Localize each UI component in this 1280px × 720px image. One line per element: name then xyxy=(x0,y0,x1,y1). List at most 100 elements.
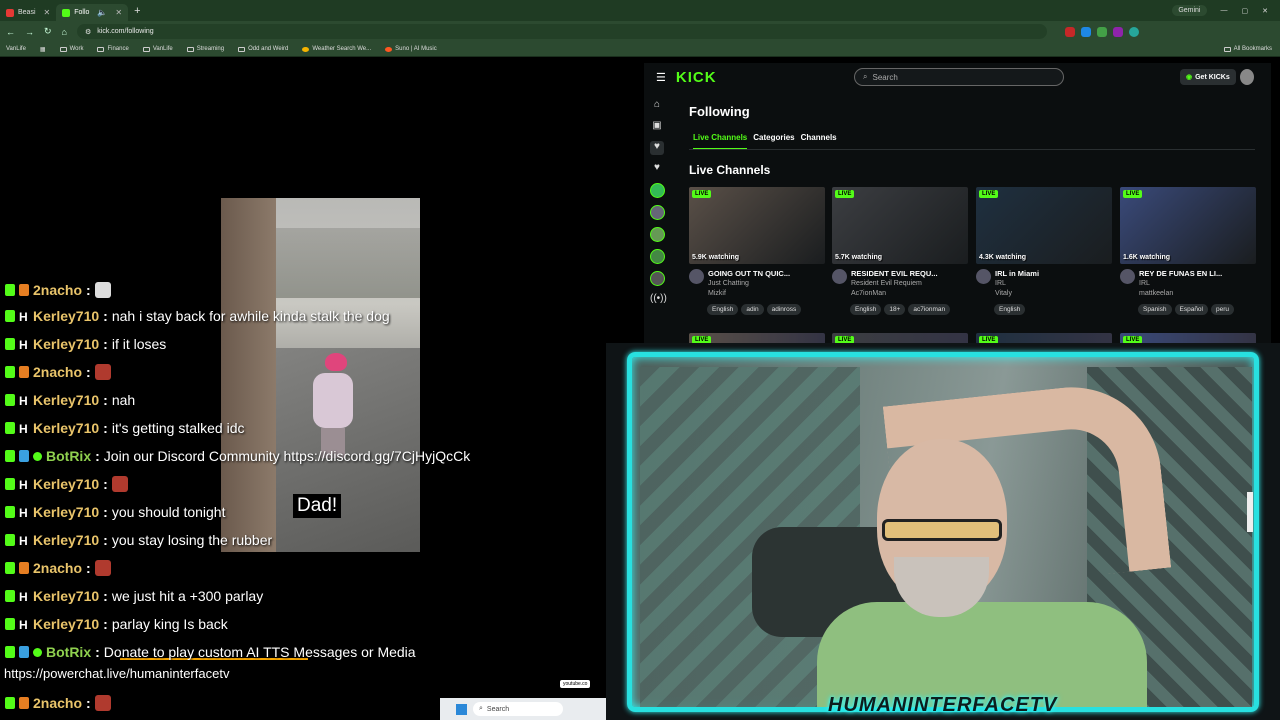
reload-icon[interactable]: ↻ xyxy=(44,26,52,37)
stream-title[interactable]: REY DE FUNAS EN LI... xyxy=(1139,269,1222,279)
stream-thumbnail[interactable]: LIVE 1.6K watching xyxy=(1120,187,1256,264)
all-bookmarks[interactable]: All Bookmarks xyxy=(1223,46,1280,52)
user-avatar[interactable] xyxy=(1240,69,1254,85)
get-kicks-button[interactable]: ◉ Get KICKs xyxy=(1180,69,1236,85)
followed-channel-avatar[interactable] xyxy=(650,227,665,242)
bookmark-finance[interactable]: Finance xyxy=(97,46,129,52)
live-channel-card[interactable]: LIVE 4.3K watching IRL in Miami IRL Vitaly En… xyxy=(976,187,1112,315)
close-icon[interactable]: ✕ xyxy=(115,8,122,17)
bot-badge-icon xyxy=(19,646,29,658)
extension-icon[interactable] xyxy=(1096,26,1107,37)
tab-kick[interactable]: Follo 🔈 ✕ xyxy=(56,4,129,21)
stream-category[interactable]: Resident Evil Requiem xyxy=(851,279,938,289)
followed-channel-avatar[interactable] xyxy=(650,271,665,286)
tag-chip[interactable]: 18+ xyxy=(884,304,906,315)
site-info-icon[interactable]: ⚙ xyxy=(85,28,91,36)
minimize-icon[interactable]: — xyxy=(1221,7,1228,14)
stream-title[interactable]: GOING OUT TN QUIC... xyxy=(708,269,790,279)
profile-avatar[interactable] xyxy=(1128,26,1139,37)
tag-chip[interactable]: English xyxy=(850,304,882,315)
followed-channel-avatar[interactable] xyxy=(650,205,665,220)
bookmark-suno[interactable]: Suno | AI Music xyxy=(385,46,437,52)
stream-title[interactable]: IRL in Miami xyxy=(995,269,1039,279)
scrollbar[interactable] xyxy=(1247,492,1253,532)
chat-username: Kerley710 xyxy=(33,336,100,352)
tag-chip[interactable]: adin xyxy=(741,304,764,315)
live-channel-card[interactable]: LIVE 5.7K watching RESIDENT EVIL REQU... Re… xyxy=(832,187,968,315)
search-input[interactable]: ⌕ Search xyxy=(854,68,1064,86)
close-icon[interactable]: ✕ xyxy=(44,8,51,17)
channel-name[interactable]: Mizkif xyxy=(708,289,790,299)
channel-avatar[interactable] xyxy=(1120,269,1135,284)
bookmark-work[interactable]: Work xyxy=(59,46,84,52)
home-icon[interactable]: ⌂ xyxy=(62,27,67,37)
followed-channel-avatar[interactable] xyxy=(650,249,665,264)
stream-thumbnail[interactable]: LIVE 5.9K watching xyxy=(689,187,825,264)
home-icon[interactable]: ⌂ xyxy=(650,99,664,113)
extensions xyxy=(1064,26,1139,37)
bookmark-weather[interactable]: Weather Search We... xyxy=(302,46,371,52)
stream-thumbnail[interactable]: LIVE 4.3K watching xyxy=(976,187,1112,264)
bookmark-label: Streaming xyxy=(196,46,225,52)
kick-logo[interactable]: KICK xyxy=(676,69,717,86)
bookmark-vanlife[interactable]: VanLife xyxy=(6,46,26,52)
extension-icon[interactable] xyxy=(1080,26,1091,37)
tag-chip[interactable]: adinross xyxy=(766,304,802,315)
chat-separator: : xyxy=(86,560,91,576)
channel-avatar[interactable] xyxy=(689,269,704,284)
following-heart-icon[interactable]: ♥ xyxy=(650,162,664,176)
close-window-icon[interactable]: ✕ xyxy=(1262,7,1268,15)
url-field[interactable]: ⚙ kick.com/following xyxy=(76,24,1047,39)
channel-name[interactable]: Ac7ionMan xyxy=(851,289,938,299)
tag-chip[interactable]: peru xyxy=(1211,304,1235,315)
tab-youtube[interactable]: Beasi ✕ xyxy=(0,4,56,21)
bookmark-label: VanLife xyxy=(152,46,173,52)
maximize-icon[interactable]: ▢ xyxy=(1242,7,1249,15)
tag-chip[interactable]: Español xyxy=(1174,304,1208,315)
windows-start-icon[interactable] xyxy=(456,703,467,715)
apps-icon[interactable]: ▦ xyxy=(40,46,46,53)
forward-icon[interactable]: → xyxy=(25,27,34,37)
stream-category[interactable]: IRL xyxy=(995,279,1039,289)
channel-name[interactable]: Vitaly xyxy=(995,289,1039,299)
extension-icon[interactable] xyxy=(1064,26,1075,37)
live-icon[interactable]: ((•)) xyxy=(650,293,667,307)
gemini-button[interactable]: Gemini xyxy=(1172,5,1207,16)
tag-chip[interactable]: English xyxy=(707,304,739,315)
live-channel-card[interactable]: LIVE 5.9K watching GOING OUT TN QUIC... Jus… xyxy=(689,187,825,315)
chat-separator: : xyxy=(95,448,100,464)
channel-avatar[interactable] xyxy=(976,269,991,284)
kick-badge-icon xyxy=(5,394,15,406)
stream-title[interactable]: RESIDENT EVIL REQU... xyxy=(851,269,938,279)
verified-icon xyxy=(33,647,42,657)
new-tab-button[interactable]: + xyxy=(134,5,140,17)
tab-channels[interactable]: Channels xyxy=(801,133,837,150)
live-channel-card[interactable]: LIVE 1.6K watching REY DE FUNAS EN LI... IR… xyxy=(1120,187,1256,315)
chat-message: H Kerley710: you stay losing the rubber xyxy=(5,529,272,551)
browse-icon[interactable]: ▣ xyxy=(650,120,664,134)
kick-badge-icon xyxy=(5,646,15,658)
chat-separator: : xyxy=(103,392,108,408)
bookmark-streaming[interactable]: Streaming xyxy=(186,46,225,52)
back-icon[interactable]: ← xyxy=(6,27,15,37)
channel-name[interactable]: mattkeelan xyxy=(1139,289,1222,299)
bookmark-odd[interactable]: Odd and Weird xyxy=(238,46,288,52)
stream-category[interactable]: Just Chatting xyxy=(708,279,790,289)
bookmark-label: Suno | AI Music xyxy=(395,46,437,52)
menu-icon[interactable]: ☰ xyxy=(656,71,666,84)
heart-icon[interactable]: ♥ xyxy=(650,141,664,155)
extension-icon[interactable] xyxy=(1112,26,1123,37)
bookmark-label: Work xyxy=(69,46,84,52)
stream-category[interactable]: IRL xyxy=(1139,279,1222,289)
bookmark-vanlife-folder[interactable]: VanLife xyxy=(142,46,173,52)
tag-chip[interactable]: ac7ionman xyxy=(908,304,951,315)
taskbar-search[interactable]: ⌕ Search xyxy=(473,702,563,716)
tag-chip[interactable]: English xyxy=(994,304,1026,315)
tab-live-channels[interactable]: Live Channels xyxy=(693,133,748,150)
channel-avatar[interactable] xyxy=(832,269,847,284)
tab-categories[interactable]: Categories xyxy=(753,133,794,150)
followed-channel-avatar[interactable] xyxy=(650,183,665,198)
tag-chip[interactable]: Spanish xyxy=(1138,304,1172,315)
stream-thumbnail[interactable]: LIVE 5.7K watching xyxy=(832,187,968,264)
kick-badge-icon xyxy=(5,618,15,630)
